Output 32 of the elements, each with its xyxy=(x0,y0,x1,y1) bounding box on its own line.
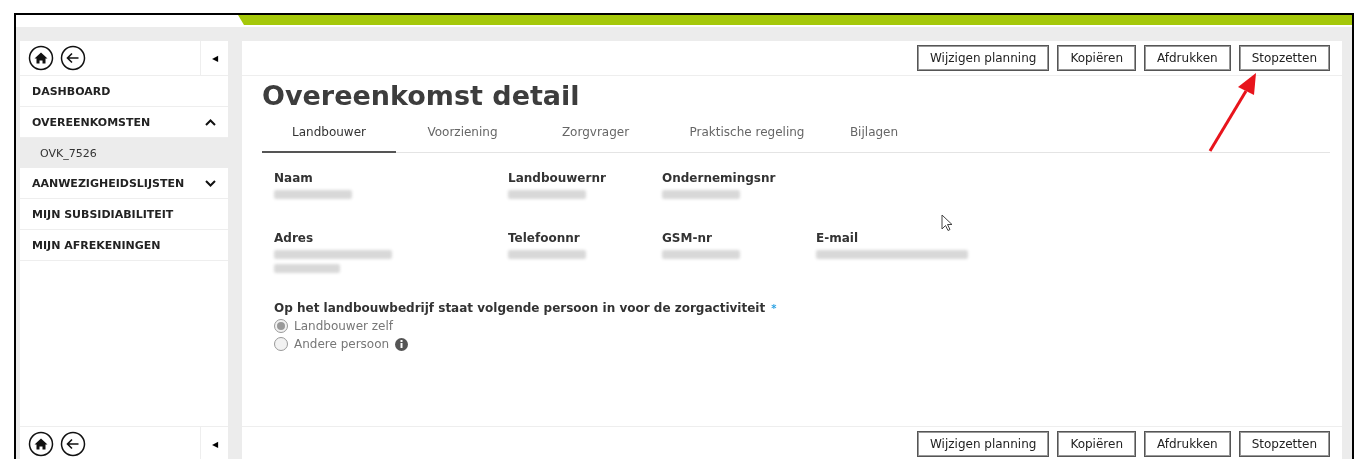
back-icon[interactable] xyxy=(60,45,86,71)
toolbar-button[interactable]: Wijzigen planning xyxy=(917,431,1050,457)
chevron-icon[interactable] xyxy=(205,118,216,126)
toolbar-button[interactable]: Stopzetten xyxy=(1238,431,1330,457)
field-label: Landbouwernr xyxy=(508,171,607,185)
question-label: Op het landbouwbedrijf staat volgende persoon in voor de zorgactiviteit * xyxy=(274,301,778,315)
option-label: Andere persoon xyxy=(294,337,390,351)
field-label: Adres xyxy=(274,231,315,245)
nav-subitem[interactable]: OVK_7526 xyxy=(20,138,228,168)
tab[interactable]: Landbouwer xyxy=(262,119,396,153)
tab[interactable]: Praktische regeling xyxy=(662,119,832,153)
home-icon[interactable] xyxy=(28,45,54,71)
toolbar-button[interactable]: Wijzigen planning xyxy=(917,45,1050,71)
field-label: Telefoonnr xyxy=(508,231,581,245)
toolbar-button[interactable]: Afdrukken xyxy=(1144,431,1231,457)
tab[interactable]: Bijlagen xyxy=(832,119,916,153)
toolbar-button[interactable]: Kopiëren xyxy=(1057,45,1136,71)
toolbar-button[interactable]: Afdrukken xyxy=(1144,45,1231,71)
field-label: Ondernemingsnr xyxy=(662,171,777,185)
tab[interactable]: Voorziening xyxy=(396,119,529,153)
back-icon[interactable] xyxy=(60,431,86,457)
field-label: E-mail xyxy=(816,231,859,245)
chevron-icon[interactable] xyxy=(205,179,216,187)
tab[interactable]: Zorgvrager xyxy=(529,119,662,153)
toolbar-button[interactable]: Stopzetten xyxy=(1238,45,1330,71)
field-label: GSM-nr xyxy=(662,231,713,245)
home-icon[interactable] xyxy=(28,431,54,457)
toolbar-button[interactable]: Kopiëren xyxy=(1057,431,1136,457)
field-label: Naam xyxy=(274,171,314,185)
cursor-icon xyxy=(941,214,953,232)
option-label: Landbouwer zelf xyxy=(294,319,393,333)
page-title: Overeenkomst detail xyxy=(262,80,581,111)
